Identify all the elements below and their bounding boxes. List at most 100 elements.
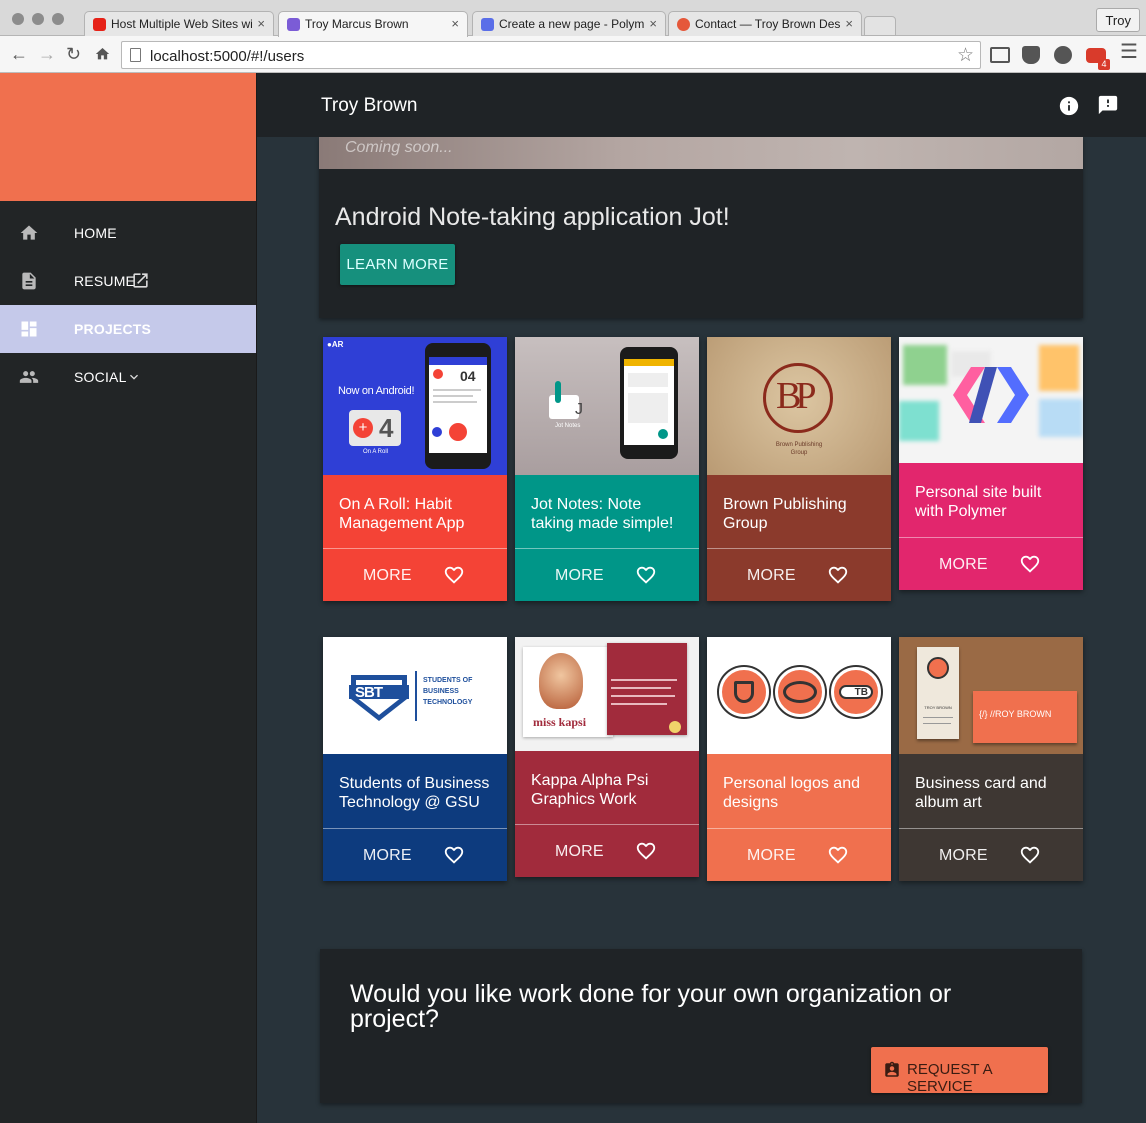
more-button[interactable]: MORE bbox=[939, 847, 988, 865]
heart-icon[interactable] bbox=[443, 844, 465, 866]
feedback-icon[interactable] bbox=[1097, 94, 1119, 116]
phone-mockup bbox=[620, 347, 678, 459]
card-actions: MORE bbox=[899, 537, 1083, 590]
project-thumbnail[interactable]: SBT STUDENTS OF BUSINESS TECHNOLOGY bbox=[323, 637, 507, 754]
open-in-new-icon bbox=[133, 273, 148, 288]
url-text[interactable]: localhost:5000/#!/users bbox=[150, 48, 304, 65]
sidebar-header bbox=[0, 73, 256, 201]
project-title: Business card and album art bbox=[899, 754, 1083, 828]
more-button[interactable]: MORE bbox=[363, 567, 412, 585]
new-tab-button[interactable] bbox=[864, 16, 896, 36]
business-card-front: TROY BROWN bbox=[917, 647, 959, 739]
browser-tab-3[interactable]: Create a new page - Polym × bbox=[472, 11, 666, 37]
page-info-icon[interactable] bbox=[130, 48, 141, 62]
assignment-ind-icon bbox=[885, 1061, 899, 1077]
reload-icon[interactable]: ↻ bbox=[66, 44, 81, 64]
project-card[interactable]: ●AR Now on Android! + 4 On A Roll 04 On … bbox=[323, 337, 507, 601]
sidebar: HOME RESUME PROJECTS SOCIAL bbox=[0, 73, 257, 1123]
project-title: Personal site built with Polymer bbox=[899, 463, 1083, 537]
forward-icon[interactable]: → bbox=[38, 44, 56, 64]
heart-icon[interactable] bbox=[1019, 553, 1041, 575]
more-button[interactable]: MORE bbox=[555, 843, 604, 861]
more-button[interactable]: MORE bbox=[555, 567, 604, 585]
heart-icon[interactable] bbox=[443, 564, 465, 586]
project-thumbnail[interactable]: TROY BROWN {/} //ROY BROWN bbox=[899, 637, 1083, 754]
project-thumbnail[interactable]: miss kapsi bbox=[515, 637, 699, 751]
home-icon bbox=[20, 225, 38, 240]
document-icon bbox=[22, 272, 36, 290]
project-thumbnail[interactable]: J Jot Notes bbox=[515, 337, 699, 475]
sidebar-item-home[interactable]: HOME bbox=[0, 209, 256, 257]
sidebar-item-projects[interactable]: PROJECTS bbox=[0, 305, 256, 353]
heart-icon[interactable] bbox=[635, 840, 657, 862]
chevron-down-icon[interactable] bbox=[126, 369, 142, 385]
featured-project-card: Coming soon... Android Note-taking appli… bbox=[319, 137, 1083, 318]
request-service-button[interactable]: REQUEST A SERVICE bbox=[871, 1047, 1048, 1095]
polymer-logo-icon bbox=[953, 367, 1029, 423]
polymer-icon bbox=[287, 18, 300, 31]
project-thumbnail[interactable]: TB bbox=[707, 637, 891, 754]
back-icon[interactable]: ← bbox=[10, 44, 28, 64]
project-card[interactable]: TROY BROWN {/} //ROY BROWN Business card… bbox=[899, 637, 1083, 881]
project-card[interactable]: TB Personal logos and designs MORE bbox=[707, 637, 891, 881]
card-actions: MORE bbox=[323, 548, 507, 601]
pocket-icon[interactable] bbox=[1022, 46, 1040, 64]
app-header: Troy Brown bbox=[257, 73, 1146, 137]
bookmark-star-icon[interactable]: ☆ bbox=[957, 44, 974, 67]
featured-project-title: Android Note-taking application Jot! bbox=[335, 203, 730, 231]
card-actions: MORE bbox=[515, 548, 699, 601]
project-title: Personal logos and designs bbox=[707, 754, 891, 828]
project-card[interactable]: Personal site built with Polymer MORE bbox=[899, 337, 1083, 590]
project-card[interactable]: J Jot Notes Jot Notes: Note taking made … bbox=[515, 337, 699, 601]
project-card[interactable]: BP Brown Publishing Group Brown Publishi… bbox=[707, 337, 891, 601]
project-thumbnail[interactable] bbox=[899, 337, 1083, 463]
request-service-card: Would you like work done for your own or… bbox=[320, 949, 1082, 1103]
close-tab-icon[interactable]: × bbox=[649, 16, 657, 31]
business-card-back: {/} //ROY BROWN bbox=[973, 691, 1077, 743]
phone-mockup: 04 bbox=[425, 343, 491, 469]
flyer-back bbox=[607, 643, 687, 735]
close-window-button[interactable] bbox=[12, 13, 24, 25]
learn-more-button[interactable]: LEARN MORE bbox=[340, 244, 455, 285]
heart-icon[interactable] bbox=[635, 564, 657, 586]
more-button[interactable]: MORE bbox=[363, 847, 412, 865]
id-extension-icon[interactable] bbox=[1054, 46, 1072, 64]
browser-tab-strip: Host Multiple Web Sites wi × Troy Marcus… bbox=[0, 0, 1146, 37]
card-actions: MORE bbox=[515, 824, 699, 877]
project-thumbnail[interactable]: BP Brown Publishing Group bbox=[707, 337, 891, 475]
project-card[interactable]: miss kapsi Kappa Alpha Psi Graphics Work… bbox=[515, 637, 699, 877]
chrome-menu-icon[interactable]: ☰ bbox=[1120, 42, 1138, 62]
info-icon[interactable] bbox=[1058, 95, 1080, 117]
minimize-window-button[interactable] bbox=[32, 13, 44, 25]
zoom-window-button[interactable] bbox=[52, 13, 64, 25]
dashboard-icon bbox=[21, 321, 37, 337]
sidebar-item-social[interactable]: SOCIAL bbox=[0, 353, 256, 401]
more-button[interactable]: MORE bbox=[939, 556, 988, 574]
more-button[interactable]: MORE bbox=[747, 567, 796, 585]
close-tab-icon[interactable]: × bbox=[451, 16, 459, 31]
heart-icon[interactable] bbox=[827, 564, 849, 586]
bp-logo: BP bbox=[763, 363, 833, 433]
polymer-icon bbox=[481, 18, 494, 31]
more-button[interactable]: MORE bbox=[747, 847, 796, 865]
cast-icon[interactable] bbox=[990, 47, 1010, 63]
app-logo: + 4 bbox=[349, 410, 401, 446]
home-page-icon[interactable] bbox=[94, 46, 111, 62]
page-title: Troy Brown bbox=[321, 95, 418, 116]
browser-tab-2[interactable]: Troy Marcus Brown × bbox=[278, 11, 468, 37]
browser-tab-1[interactable]: Host Multiple Web Sites wi × bbox=[84, 11, 274, 37]
browser-tab-4[interactable]: Contact — Troy Brown Des × bbox=[668, 11, 862, 37]
heart-icon[interactable] bbox=[827, 844, 849, 866]
address-bar[interactable]: localhost:5000/#!/users ☆ bbox=[121, 41, 981, 69]
close-tab-icon[interactable]: × bbox=[257, 16, 265, 31]
sidebar-item-resume[interactable]: RESUME bbox=[0, 257, 256, 305]
project-card[interactable]: SBT STUDENTS OF BUSINESS TECHNOLOGY Stud… bbox=[323, 637, 507, 881]
close-tab-icon[interactable]: × bbox=[845, 16, 853, 31]
gmail-badge: 4 bbox=[1098, 59, 1110, 70]
people-icon bbox=[19, 371, 39, 383]
heart-icon[interactable] bbox=[1019, 844, 1041, 866]
project-title: Brown Publishing Group bbox=[707, 475, 891, 548]
project-title: Jot Notes: Note taking made simple! bbox=[515, 475, 699, 548]
profile-button[interactable]: Troy bbox=[1096, 8, 1140, 32]
project-thumbnail[interactable]: ●AR Now on Android! + 4 On A Roll 04 bbox=[323, 337, 507, 475]
